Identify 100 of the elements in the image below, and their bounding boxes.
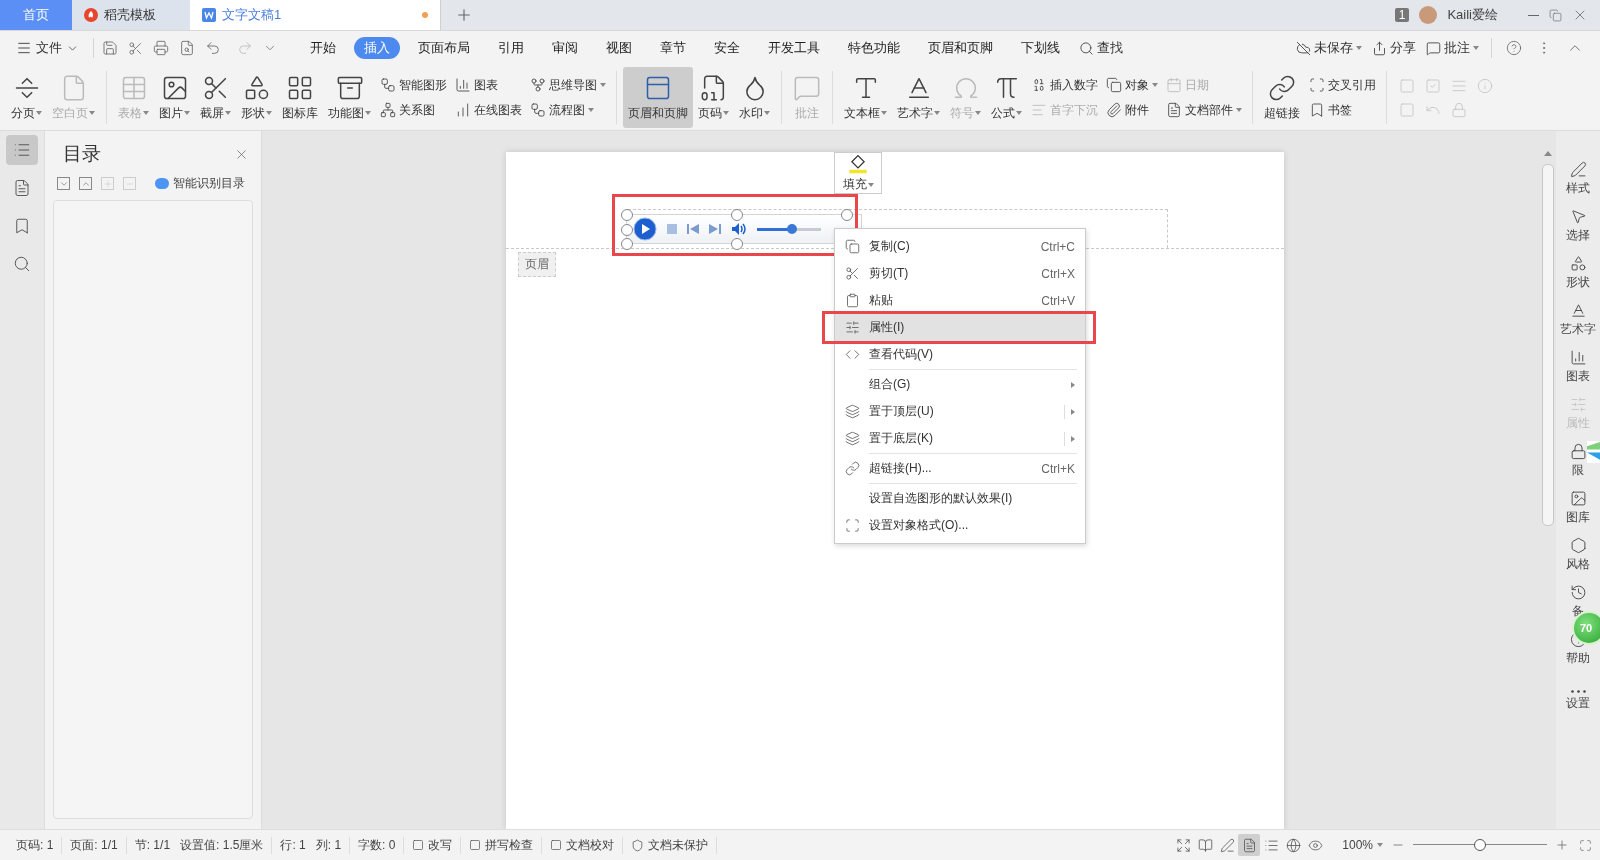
resize-handle[interactable] bbox=[731, 209, 743, 221]
ribbon-tool[interactable]: 页码 bbox=[693, 67, 734, 128]
user-name[interactable]: Kaili爱绘 bbox=[1447, 6, 1498, 24]
caret-icon bbox=[225, 111, 231, 115]
ribbon-tool[interactable]: 书签 bbox=[1309, 101, 1376, 119]
sidebar-item[interactable]: 艺术字 bbox=[1560, 302, 1596, 338]
menu-tab[interactable]: 页面布局 bbox=[408, 37, 480, 59]
outline-button[interactable] bbox=[6, 135, 38, 165]
user-avatar[interactable] bbox=[1419, 6, 1438, 24]
sidebar-item[interactable]: 形状 bbox=[1566, 255, 1590, 291]
menu-item[interactable]: 剪切(T) Ctrl+X bbox=[835, 260, 1085, 287]
menu-item[interactable]: 设置对象格式(O)... bbox=[835, 512, 1085, 539]
ribbon-tool[interactable]: 形状 bbox=[236, 67, 277, 128]
menu-item[interactable]: 查看代码(V) bbox=[835, 341, 1085, 368]
ribbon-tool[interactable]: 交叉引用 bbox=[1309, 76, 1376, 94]
sidebar-item[interactable]: 风格 bbox=[1566, 537, 1590, 573]
menu-item[interactable]: 粘贴 Ctrl+V bbox=[835, 287, 1085, 314]
ribbon-tool[interactable]: 附件 bbox=[1106, 101, 1158, 119]
toolbar-action[interactable]: 批注 bbox=[1422, 39, 1483, 57]
page-view-button[interactable] bbox=[1238, 834, 1261, 856]
help-button[interactable] bbox=[1506, 40, 1522, 56]
save-button[interactable] bbox=[102, 40, 118, 56]
resize-handle[interactable] bbox=[621, 224, 633, 236]
scrollbar-thumb[interactable] bbox=[1542, 164, 1554, 526]
status-button[interactable]: 拼写检查 bbox=[469, 836, 534, 854]
menu-tab[interactable]: 章节 bbox=[650, 37, 696, 59]
ribbon-tool[interactable]: 插入数字 bbox=[1031, 76, 1098, 94]
outline-level-button[interactable] bbox=[57, 177, 70, 190]
file-menu[interactable]: 文件 bbox=[10, 39, 85, 57]
ribbon-tool[interactable]: 关系图 bbox=[380, 101, 447, 119]
menu-item[interactable]: 复制(C) Ctrl+C bbox=[835, 233, 1085, 260]
ribbon-tool[interactable]: 智能图形 bbox=[380, 76, 447, 94]
book-icon bbox=[1197, 837, 1213, 853]
ribbon-tool[interactable]: 分页 bbox=[6, 67, 47, 128]
menu-tab[interactable]: 引用 bbox=[488, 37, 534, 59]
toolbar-action[interactable]: 分享 bbox=[1368, 39, 1420, 57]
ribbon-tool[interactable]: 对象 bbox=[1106, 76, 1158, 94]
menu-item[interactable]: 置于顶层(U) bbox=[835, 398, 1085, 425]
toolbar-action[interactable]: 未保存 bbox=[1292, 39, 1366, 57]
search-button[interactable]: 查找 bbox=[1075, 39, 1127, 57]
media-player[interactable] bbox=[626, 214, 862, 244]
menu-tab[interactable]: 安全 bbox=[704, 37, 750, 59]
ribbon-tool[interactable]: 流程图 bbox=[530, 101, 606, 119]
ribbon-tool[interactable]: 图标库 bbox=[277, 67, 323, 128]
outline-level-button[interactable] bbox=[79, 177, 92, 190]
menu-item[interactable]: 置于底层(K) bbox=[835, 425, 1085, 452]
undo-button[interactable] bbox=[205, 40, 221, 56]
ribbon-tool[interactable]: 思维导图 bbox=[530, 76, 606, 94]
search-icon bbox=[1079, 40, 1094, 56]
resize-handle[interactable] bbox=[621, 238, 633, 250]
status-button[interactable]: 文档未保护 bbox=[631, 836, 709, 854]
fit-button[interactable] bbox=[1579, 838, 1592, 852]
ribbon-tool[interactable]: 艺术字 bbox=[892, 67, 945, 128]
sidebar-item[interactable]: 图表 bbox=[1566, 349, 1590, 385]
ribbon-tool[interactable]: 公式 bbox=[986, 67, 1027, 128]
sidebar-item[interactable]: 样式 bbox=[1566, 161, 1590, 197]
print-preview-button[interactable] bbox=[179, 40, 195, 56]
menu-tab[interactable]: 视图 bbox=[596, 37, 642, 59]
sidebar-item[interactable]: 限 bbox=[1569, 443, 1587, 479]
fill-button[interactable]: 填充 bbox=[834, 152, 882, 194]
status-button[interactable]: 文档校对 bbox=[550, 836, 615, 854]
format-painter-button[interactable] bbox=[128, 40, 143, 56]
menu-tab[interactable]: 特色功能 bbox=[838, 37, 910, 59]
status-button[interactable]: 改写 bbox=[412, 836, 453, 854]
menu-item[interactable]: 属性(I) bbox=[835, 314, 1085, 341]
menu-tab[interactable]: 开发工具 bbox=[758, 37, 830, 59]
zoom-thumb[interactable] bbox=[1474, 839, 1486, 851]
menu-item[interactable]: 设置自选图形的默认效果(I) bbox=[835, 485, 1085, 512]
ribbon-tool[interactable]: 截屏 bbox=[195, 67, 236, 128]
ribbon-tool[interactable]: 图表 bbox=[455, 76, 522, 94]
menu-tab[interactable]: 开始 bbox=[300, 37, 346, 59]
ribbon-tool[interactable]: 图片 bbox=[154, 67, 195, 128]
ribbon-tool[interactable]: 文档部件 bbox=[1166, 101, 1242, 119]
sidebar-item[interactable]: 设置 bbox=[1566, 690, 1590, 712]
window-count[interactable]: 1 bbox=[1394, 8, 1410, 22]
floating-app-icon[interactable] bbox=[1587, 441, 1600, 463]
zoom-in-button[interactable] bbox=[1555, 838, 1569, 852]
zoom-value[interactable]: 100% bbox=[1342, 838, 1383, 852]
ribbon-tool[interactable]: 在线图表 bbox=[455, 101, 522, 119]
ribbon-tool[interactable]: 水印 bbox=[734, 67, 775, 128]
ribbon-tool[interactable]: 页眉和页脚 bbox=[623, 67, 693, 128]
menu-tab[interactable]: 页眉和页脚 bbox=[918, 37, 1003, 59]
menu-item[interactable]: 超链接(H)... Ctrl+K bbox=[835, 455, 1085, 482]
menu-tab[interactable]: 下划线 bbox=[1011, 37, 1070, 59]
sidebar-item[interactable]: 图库 bbox=[1566, 490, 1590, 526]
volume-thumb[interactable] bbox=[787, 224, 798, 234]
title-tab[interactable]: 文字文稿1 bbox=[190, 0, 441, 30]
menu-tab[interactable]: 审阅 bbox=[542, 37, 588, 59]
resize-handle[interactable] bbox=[621, 209, 633, 221]
sidebar-item[interactable]: 选择 bbox=[1566, 208, 1590, 244]
title-tab[interactable]: 稻壳模板 bbox=[72, 0, 190, 30]
restore-button[interactable] bbox=[1549, 8, 1562, 22]
ribbon-tool[interactable]: 功能图 bbox=[323, 67, 376, 128]
print-button[interactable] bbox=[153, 40, 169, 56]
ribbon-tool[interactable]: 超链接 bbox=[1259, 67, 1305, 128]
flowchart-icon bbox=[530, 102, 546, 118]
resize-handle[interactable] bbox=[841, 209, 853, 221]
menu-item[interactable]: 组合(G) bbox=[835, 371, 1085, 398]
smart-toc-button[interactable]: 智能识别目录 bbox=[155, 175, 245, 192]
ribbon-tool[interactable]: 文本框 bbox=[839, 67, 892, 128]
